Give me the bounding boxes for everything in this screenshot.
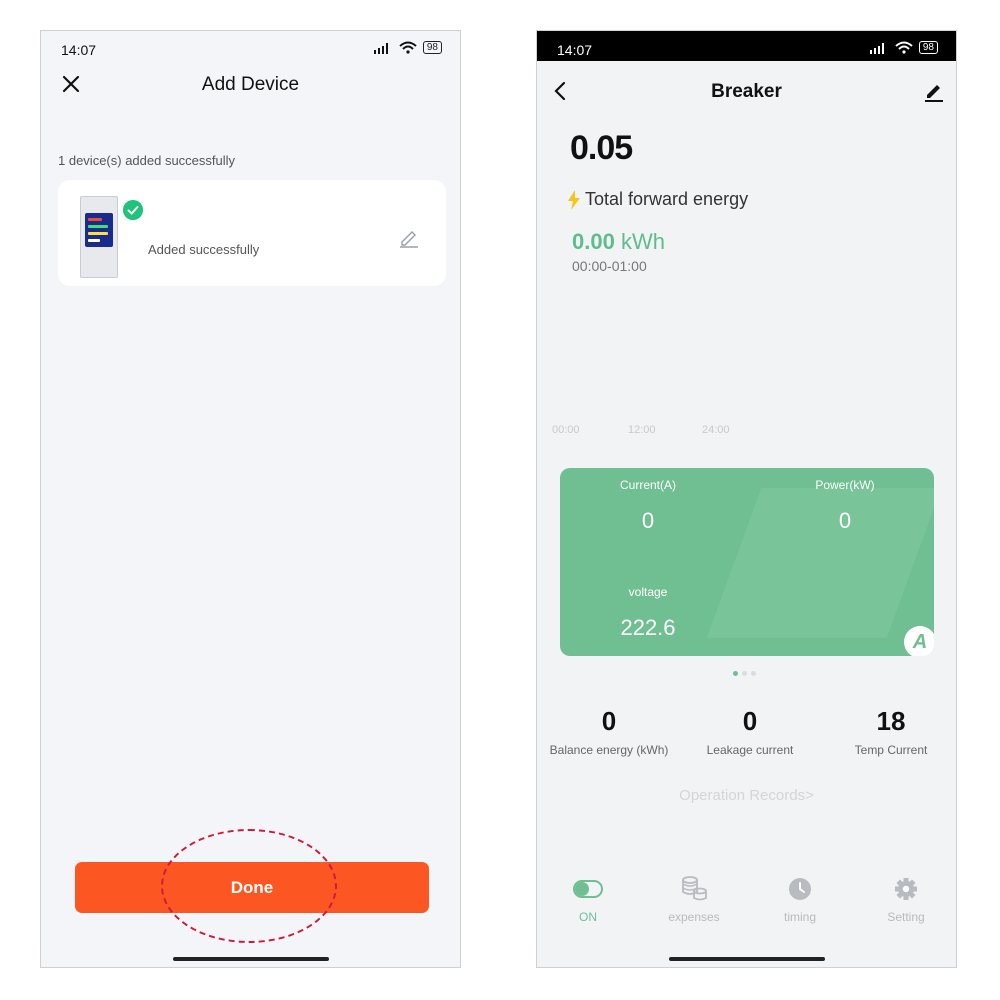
done-button[interactable]: Done <box>75 862 429 913</box>
page-title: Add Device <box>201 74 300 95</box>
lightning-icon <box>568 189 580 210</box>
stat-value: 0 <box>601 706 617 736</box>
energy-reading: 0.00 kWh <box>572 229 665 255</box>
toggle-icon <box>573 880 603 898</box>
tab-on[interactable]: ON <box>538 876 638 924</box>
status-icons: 98 <box>869 41 938 54</box>
success-message: 1 device(s) added successfully <box>58 153 236 168</box>
stat-value: 18 <box>876 706 906 736</box>
status-icons: 98 <box>373 41 442 54</box>
page-dot <box>733 671 738 676</box>
main-value: 0.05 <box>570 129 633 167</box>
breaker-screen: 14:07 98 Breaker 0.05 Total forward ener… <box>536 30 957 968</box>
energy-label: Total forward energy <box>585 189 749 209</box>
energy-unit: kWh <box>620 229 665 254</box>
status-time: 14:07 <box>61 42 97 58</box>
page-title: Breaker <box>711 81 782 102</box>
page-dot <box>742 671 747 676</box>
add-device-screen: 14:07 98 Add Device 1 device(s) added su… <box>40 30 461 968</box>
stat-temp-current: 18 Temp Current <box>821 706 956 757</box>
energy-label-row: Total forward energy <box>567 189 748 210</box>
edit-icon[interactable] <box>922 79 946 103</box>
axis-tick: 12:00 <box>628 424 656 436</box>
tab-label: timing <box>783 910 816 924</box>
home-indicator <box>172 957 329 961</box>
device-status: Added successfully <box>148 242 260 257</box>
home-indicator <box>668 957 825 961</box>
status-time: 14:07 <box>557 42 593 58</box>
wifi-icon <box>399 41 417 54</box>
gear-icon <box>895 878 917 900</box>
stat-leakage-current: 0 Leakage current <box>680 706 820 757</box>
tab-timing[interactable]: timing <box>750 876 850 924</box>
edit-pencil-icon[interactable] <box>398 226 420 248</box>
signal-icon <box>373 42 388 54</box>
energy-value: 0.00 <box>572 229 615 254</box>
a-badge-icon: A <box>904 626 934 656</box>
operation-records-link[interactable]: Operation Records> <box>537 787 956 804</box>
voltage-label: voltage <box>628 585 668 599</box>
power-value: 0 <box>838 508 852 533</box>
signal-icon <box>869 42 884 54</box>
power-label: Power(kW) <box>815 478 875 492</box>
tab-expenses[interactable]: expenses <box>644 876 744 924</box>
stat-label: Temp Current <box>854 743 928 757</box>
battery-indicator: 98 <box>422 41 442 54</box>
check-icon <box>123 200 143 220</box>
clock-icon <box>789 878 811 900</box>
wifi-icon <box>895 41 913 54</box>
axis-tick: 00:00 <box>552 424 580 436</box>
stat-label: Leakage current <box>706 743 794 757</box>
coins-icon <box>682 876 707 901</box>
current-label: Current(A) <box>619 478 676 492</box>
page-dot <box>751 671 756 676</box>
stat-balance-energy: 0 Balance energy (kWh) <box>539 706 679 757</box>
page-indicator <box>733 671 756 676</box>
axis-tick: 24:00 <box>702 424 730 436</box>
metrics-card[interactable]: Current(A) 0 Power(kW) 0 voltage 222.6 A <box>560 468 934 656</box>
tab-label: expenses <box>668 910 720 924</box>
status-bar: 14:07 98 <box>41 31 460 61</box>
stat-value: 0 <box>742 706 758 736</box>
status-bar: 14:07 98 <box>537 31 956 61</box>
current-value: 0 <box>641 508 655 533</box>
stat-label: Balance energy (kWh) <box>549 743 669 757</box>
device-image <box>80 196 118 278</box>
tab-label: Setting <box>887 910 925 924</box>
tab-setting[interactable]: Setting <box>856 876 956 924</box>
device-card[interactable]: Added successfully <box>58 180 446 286</box>
tab-label: ON <box>579 910 597 924</box>
battery-indicator: 98 <box>918 41 938 54</box>
voltage-value: 222.6 <box>620 615 676 640</box>
time-range: 00:00-01:00 <box>572 258 647 274</box>
